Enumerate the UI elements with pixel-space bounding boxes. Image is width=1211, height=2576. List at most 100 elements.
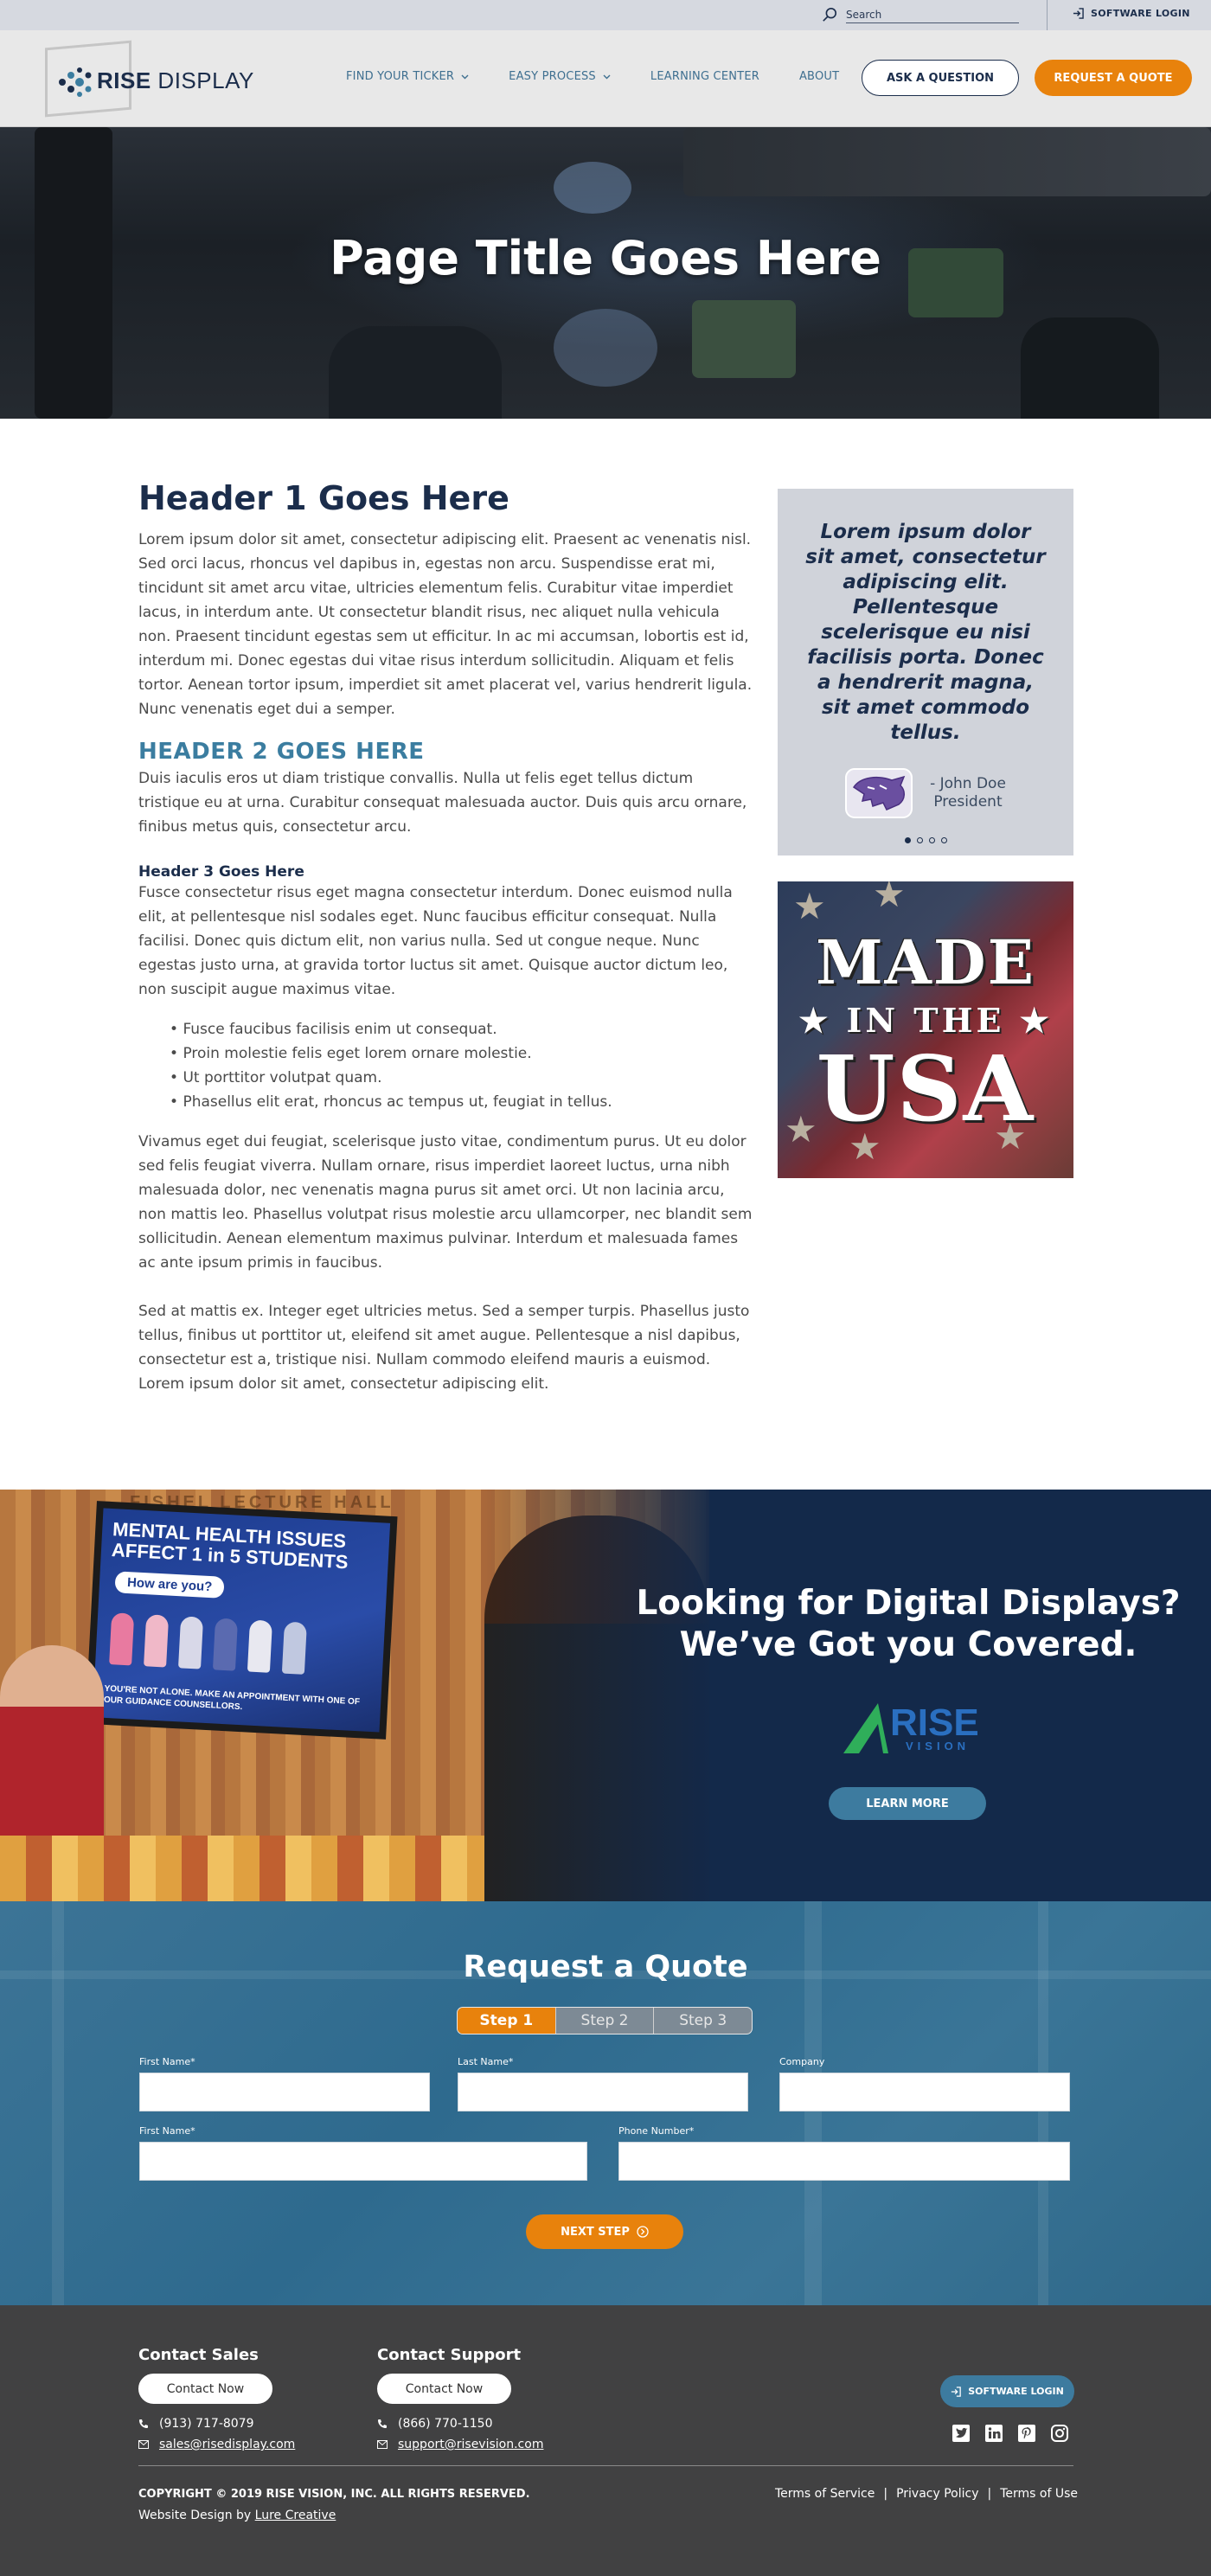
tv-faces: [109, 1612, 307, 1675]
carousel-dot[interactable]: [928, 837, 935, 843]
privacy-policy-link[interactable]: Privacy Policy: [896, 2487, 978, 2501]
star-icon: ★: [873, 881, 906, 915]
sales-phone-text: (913) 717-8079: [159, 2417, 254, 2431]
student-figure: [109, 1612, 135, 1666]
list-item: Fusce faucibus facilisis enim ut consequ…: [170, 1017, 753, 1041]
required-marker: *: [190, 2056, 195, 2067]
first-name-field[interactable]: [139, 2073, 430, 2111]
first-name-2-field[interactable]: [139, 2142, 587, 2181]
carousel-dot[interactable]: [916, 837, 923, 843]
footer-login-label: SOFTWARE LOGIN: [968, 2386, 1064, 2397]
hero-bg-person: [329, 326, 502, 419]
utility-search: [822, 5, 1023, 24]
next-step-button[interactable]: NEXT STEP: [526, 2214, 683, 2249]
carousel-dot[interactable]: [904, 837, 911, 843]
contact-support-button[interactable]: Contact Now: [377, 2374, 511, 2404]
student-figure: [212, 1618, 239, 1671]
search-input[interactable]: [846, 6, 1019, 23]
next-step-label: NEXT STEP: [561, 2225, 630, 2239]
footer-divider: [138, 2465, 1073, 2466]
rise-vision-logo: RISE VISION: [843, 1701, 979, 1753]
usa-made-text: MADE: [816, 926, 1035, 998]
phone-icon: [139, 2419, 148, 2428]
company-field[interactable]: [779, 2073, 1070, 2111]
step-3[interactable]: Step 3: [653, 2008, 752, 2034]
paragraph-2: Duis iaculis eros ut diam tristique conv…: [138, 770, 747, 836]
first-name-label-text: First Name: [139, 2056, 191, 2067]
nav-about[interactable]: ABOUT: [799, 70, 839, 83]
banner-fade: [484, 1490, 761, 1901]
design-credit-prefix: Website Design by: [138, 2509, 252, 2522]
step-1[interactable]: Step 1: [458, 2008, 555, 2034]
paragraph-4: Vivamus eget dui feugiat, scelerisque ju…: [138, 1133, 753, 1272]
usa-in-the-label: IN THE: [846, 1001, 1005, 1040]
testimonial-name: - John Doe: [930, 775, 1006, 792]
digital-displays-banner: FISHEL LECTURE HALL MENTAL HEALTH ISSUES…: [0, 1490, 1211, 1901]
linkedin-icon[interactable]: [984, 2424, 1003, 2443]
search-icon[interactable]: [822, 7, 837, 22]
contact-support-heading: Contact Support: [377, 2346, 522, 2364]
tv-speech-bubble: How are you?: [114, 1571, 225, 1599]
bullet-list: Fusce faucibus facilisis enim ut consequ…: [170, 1017, 753, 1114]
tv-heading: MENTAL HEALTH ISSUES AFFECT 1 in 5 STUDE…: [111, 1518, 349, 1573]
logo-wordmark: RISE DISPLAY: [97, 67, 254, 94]
contact-sales-button[interactable]: Contact Now: [138, 2374, 272, 2404]
support-email-link[interactable]: support@risevision.com: [398, 2438, 543, 2451]
email-icon: [138, 2440, 149, 2449]
hero-bg-monitor: [692, 300, 796, 378]
header-3: Header 3 Goes Here: [138, 863, 304, 881]
nav-easy-process[interactable]: EASY PROCESS: [509, 70, 611, 83]
twitter-icon[interactable]: [952, 2424, 971, 2443]
student-figure: [281, 1621, 307, 1675]
wildcat-logo-icon: [845, 768, 913, 818]
instagram-icon[interactable]: [1050, 2424, 1069, 2443]
lure-creative-link[interactable]: Lure Creative: [255, 2509, 336, 2522]
banner-title-line-2: We’ve Got you Covered.: [679, 1625, 1137, 1664]
legal-separator: |: [987, 2487, 992, 2501]
carousel-dots: [804, 837, 1048, 843]
rise-display-logo[interactable]: RISE DISPLAY: [45, 40, 253, 118]
student-figure: [144, 1614, 170, 1668]
sales-email: sales@risedisplay.com: [138, 2438, 295, 2451]
list-item: Phasellus elit erat, rhoncus ac tempus u…: [170, 1090, 753, 1114]
list-item: Proin molestie felis eget lorem ornare m…: [170, 1041, 753, 1066]
email-icon: [377, 2440, 388, 2449]
ask-question-button[interactable]: ASK A QUESTION: [862, 60, 1019, 96]
paragraph-5: Sed at mattis ex. Integer eget ultricies…: [138, 1303, 750, 1393]
footer-software-login-button[interactable]: SOFTWARE LOGIN: [940, 2375, 1074, 2407]
page-title: Page Title Goes Here: [330, 231, 881, 285]
testimonial-role: President: [933, 793, 1003, 811]
social-links: [952, 2424, 1069, 2443]
copyright: COPYRIGHT © 2019 RISE VISION, INC. ALL R…: [138, 2488, 530, 2501]
list-item: Ut porttitor volutpat quam.: [170, 1066, 753, 1090]
step-2[interactable]: Step 2: [554, 2008, 654, 2034]
logo-rise: RISE: [97, 67, 151, 93]
testimonial-quote: Lorem ipsum dolor sit amet, consectetur …: [805, 521, 1046, 744]
terms-of-service-link[interactable]: Terms of Service: [775, 2487, 875, 2501]
rise-vision-word: RISE: [890, 1701, 979, 1744]
carousel-dot[interactable]: [940, 837, 947, 843]
nav-learning-center[interactable]: LEARNING CENTER: [650, 70, 759, 83]
last-name-label: Last Name*: [458, 2056, 513, 2067]
last-name-label-text: Last Name: [458, 2056, 509, 2067]
phone-label: Phone Number*: [618, 2125, 694, 2137]
nav-find-your-ticker[interactable]: FIND YOUR TICKER: [346, 70, 469, 83]
usa-in-the-text: ★ IN THE ★: [798, 1001, 1053, 1040]
sales-phone: (913) 717-8079: [138, 2417, 254, 2431]
last-name-field[interactable]: [458, 2073, 748, 2111]
terms-of-use-link[interactable]: Terms of Use: [1000, 2487, 1078, 2501]
pinterest-icon[interactable]: [1017, 2424, 1036, 2443]
phone-field[interactable]: [618, 2142, 1070, 2181]
sales-email-link[interactable]: sales@risedisplay.com: [159, 2438, 295, 2451]
request-quote-button[interactable]: REQUEST A QUOTE: [1035, 60, 1192, 96]
first-name-2-label: First Name*: [139, 2125, 195, 2137]
first-name-label: First Name*: [139, 2056, 195, 2067]
software-login-link[interactable]: SOFTWARE LOGIN: [1073, 8, 1190, 19]
contact-sales-heading: Contact Sales: [138, 2346, 259, 2364]
learn-more-button[interactable]: LEARN MORE: [829, 1787, 986, 1820]
chevron-down-icon: [603, 74, 611, 79]
star-icon: ★: [793, 885, 826, 927]
header-2: HEADER 2 GOES HERE: [138, 739, 425, 765]
request-quote-title: Request a Quote: [463, 1950, 748, 1984]
rise-vision-sub: VISION: [906, 1740, 971, 1753]
